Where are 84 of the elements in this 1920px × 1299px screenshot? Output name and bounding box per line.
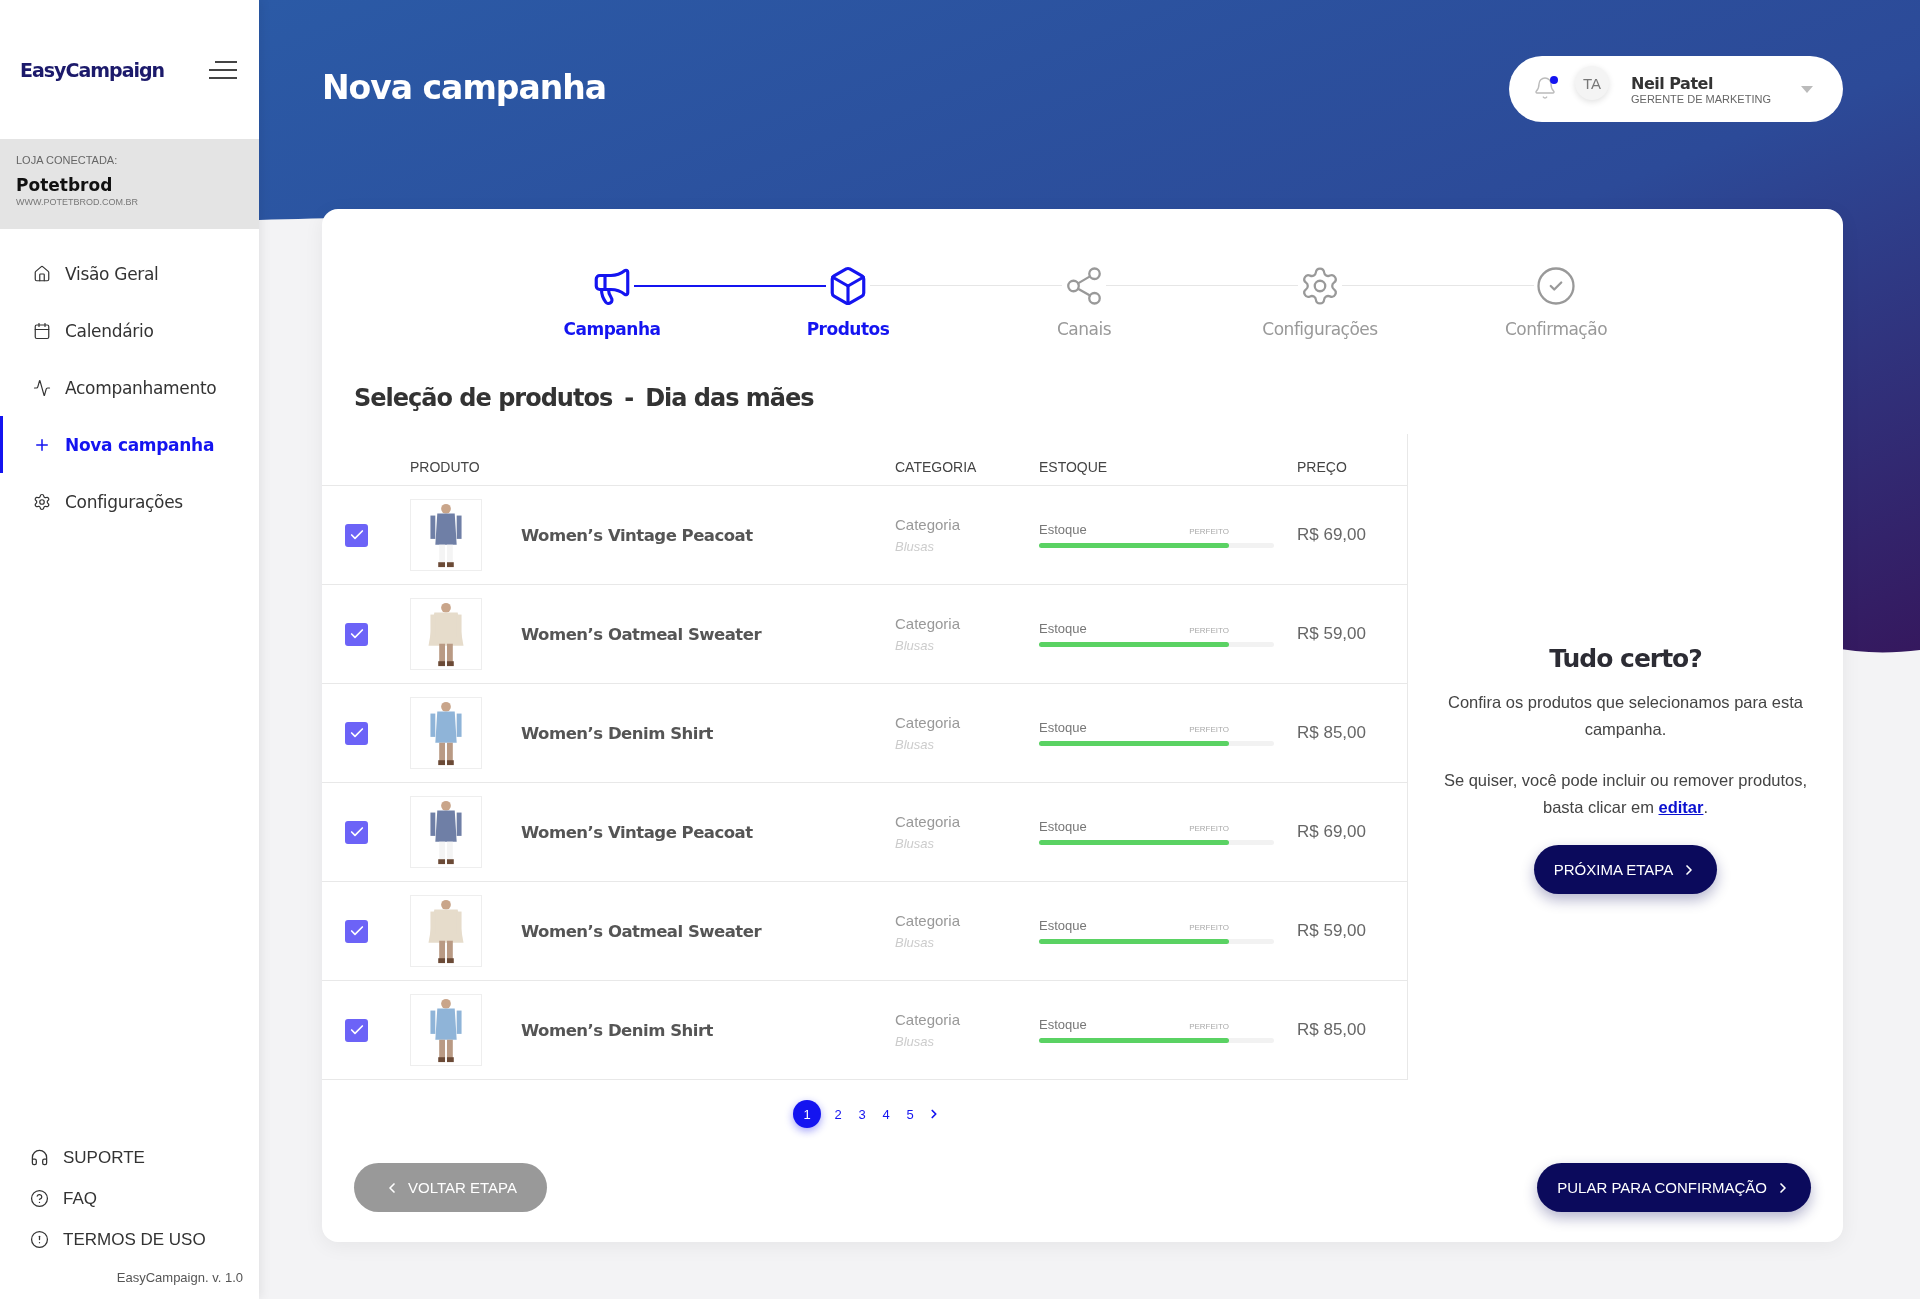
stock-status: PERFEITO bbox=[1189, 1022, 1229, 1031]
stock-label: Estoque bbox=[1039, 720, 1087, 735]
page-link[interactable]: 3 bbox=[855, 1105, 869, 1123]
category-label: Categoria bbox=[895, 516, 961, 533]
calendar-icon bbox=[33, 321, 51, 340]
sidebar-link[interactable]: FAQ bbox=[0, 1178, 97, 1219]
page-link[interactable]: 5 bbox=[903, 1105, 917, 1123]
summary-title: Tudo certo? bbox=[1549, 644, 1702, 673]
checkbox[interactable] bbox=[345, 919, 368, 943]
category-label: Categoria bbox=[895, 615, 961, 632]
avatar: TA bbox=[1575, 66, 1609, 100]
price: R$ 59,00 bbox=[1297, 624, 1366, 644]
sidebar-link[interactable]: SUPORTE bbox=[0, 1137, 145, 1178]
step-label[interactable]: Produtos bbox=[806, 319, 890, 339]
next-step-button[interactable]: PRÓXIMA ETAPA bbox=[1533, 845, 1718, 894]
sidebar-item[interactable]: Acompanhamento bbox=[0, 359, 259, 416]
stock-label: Estoque bbox=[1039, 522, 1087, 537]
product-name: Women’s Oatmeal Sweater bbox=[521, 624, 762, 644]
product-name: Women’s Vintage Peacoat bbox=[521, 525, 753, 545]
page-link[interactable]: 1 bbox=[793, 1100, 821, 1128]
section-subtitle: Dia das mães bbox=[645, 384, 814, 412]
sidebar-link[interactable]: TERMOS DE USO bbox=[0, 1219, 206, 1260]
home-icon bbox=[33, 264, 51, 283]
column-header: ESTOQUE bbox=[1039, 459, 1108, 475]
column-header: CATEGORIA bbox=[895, 459, 977, 475]
store-name: Potetbrod bbox=[16, 175, 113, 195]
price: R$ 59,00 bbox=[1297, 921, 1366, 941]
check-circle-icon bbox=[1535, 265, 1577, 307]
stock-status: PERFEITO bbox=[1189, 626, 1229, 635]
sidebar-item[interactable]: Configurações bbox=[0, 473, 259, 530]
summary-text: Se quiser, você pode incluir ou remover produtos, basta clicar em editar. bbox=[1442, 770, 1809, 818]
stock-label: Estoque bbox=[1039, 1017, 1087, 1032]
product-name: Women’s Vintage Peacoat bbox=[521, 822, 753, 842]
product-name: Women’s Denim Shirt bbox=[521, 1020, 713, 1040]
product-name: Women’s Denim Shirt bbox=[521, 723, 713, 743]
version-text: EasyCampaign. v. 1.0 bbox=[116, 1270, 243, 1285]
category-label: Categoria bbox=[895, 1011, 961, 1028]
page-link[interactable]: 4 bbox=[879, 1105, 893, 1123]
logo[interactable]: EasyCampaign bbox=[20, 58, 165, 81]
checkbox[interactable] bbox=[345, 622, 368, 646]
column-header: PRODUTO bbox=[410, 459, 480, 475]
stock-status: PERFEITO bbox=[1189, 725, 1229, 734]
user-panel[interactable]: TA Neil Patel GERENTE DE MARKETING bbox=[1509, 56, 1843, 122]
sidebar-item[interactable]: Visão Geral bbox=[0, 245, 259, 302]
stock-label: Estoque bbox=[1039, 918, 1087, 933]
price: R$ 69,00 bbox=[1297, 822, 1366, 842]
settings-icon bbox=[33, 492, 51, 511]
checkbox[interactable] bbox=[345, 820, 368, 844]
section-title: Seleção de produtos bbox=[354, 384, 613, 412]
edit-link[interactable]: editar bbox=[1658, 798, 1704, 816]
product-name: Women’s Oatmeal Sweater bbox=[521, 921, 762, 941]
checkbox[interactable] bbox=[345, 523, 368, 547]
sidebar-item[interactable]: Calendário bbox=[0, 302, 259, 359]
summary-text: Confira os produtos que selecionamos para esta campanha. bbox=[1447, 692, 1804, 740]
title-separator: - bbox=[624, 384, 634, 412]
stock-label: Estoque bbox=[1039, 819, 1087, 834]
activity-icon bbox=[33, 378, 51, 397]
category-label: Categoria bbox=[895, 813, 961, 830]
category-label: Categoria bbox=[895, 714, 961, 731]
headphones-icon bbox=[30, 1148, 49, 1167]
stock-status: PERFEITO bbox=[1189, 527, 1229, 536]
user-role: GERENTE DE MARKETING bbox=[1631, 92, 1771, 105]
column-header: PREÇO bbox=[1297, 459, 1347, 475]
page-title: Nova campanha bbox=[322, 68, 606, 107]
user-name: Neil Patel bbox=[1631, 73, 1713, 93]
help-icon bbox=[30, 1189, 49, 1208]
skip-button[interactable]: PULAR PARA CONFIRMAÇÃO bbox=[1537, 1163, 1811, 1212]
stock-label: Estoque bbox=[1039, 621, 1087, 636]
alert-icon bbox=[30, 1230, 49, 1249]
price: R$ 85,00 bbox=[1297, 1020, 1366, 1040]
menu-icon[interactable] bbox=[209, 59, 237, 80]
notification-bell-icon[interactable] bbox=[1533, 76, 1559, 102]
sidebar-item[interactable]: Nova campanha bbox=[0, 416, 259, 473]
page-link[interactable]: 2 bbox=[831, 1105, 845, 1123]
store-caption: LOJA CONECTADA: bbox=[16, 154, 118, 166]
stock-status: PERFEITO bbox=[1189, 824, 1229, 833]
checkbox[interactable] bbox=[345, 1018, 368, 1042]
price: R$ 85,00 bbox=[1297, 723, 1366, 743]
checkbox[interactable] bbox=[345, 721, 368, 745]
step-label[interactable]: Campanha bbox=[563, 319, 661, 339]
store-url: WWW.POTETBROD.COM.BR bbox=[16, 197, 138, 207]
price: R$ 69,00 bbox=[1297, 525, 1366, 545]
category-label: Categoria bbox=[895, 912, 961, 929]
stock-status: PERFEITO bbox=[1189, 923, 1229, 932]
